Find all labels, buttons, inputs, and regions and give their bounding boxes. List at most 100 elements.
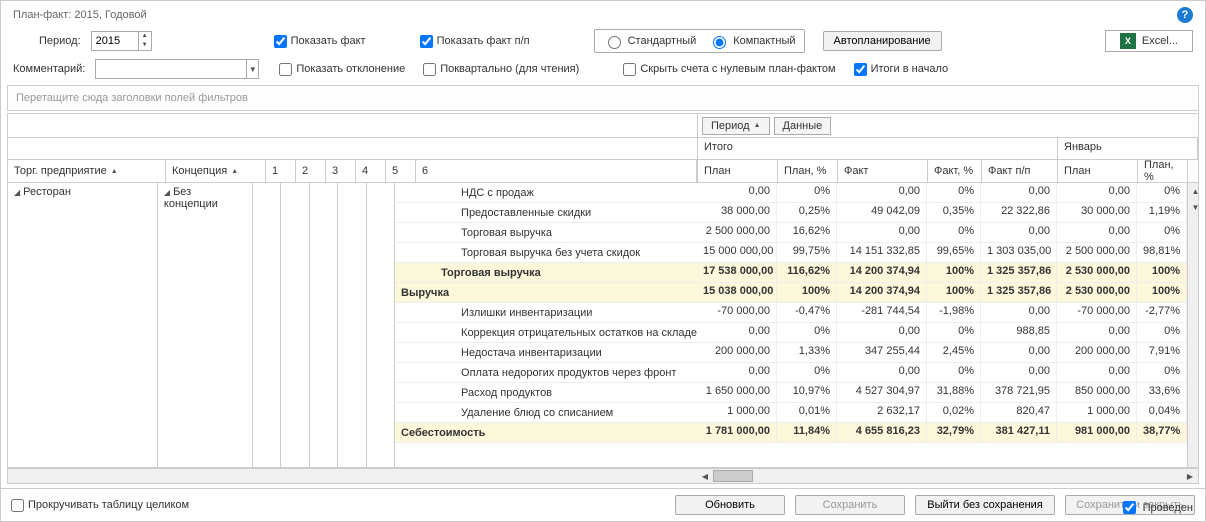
cell[interactable]: 0,00 (981, 343, 1057, 362)
col-2[interactable]: 2 (296, 160, 326, 182)
col-fakt[interactable]: Факт (838, 160, 928, 182)
table-row[interactable]: Излишки инвентаризации (395, 303, 697, 323)
col-plan[interactable]: План (698, 160, 778, 182)
cell[interactable]: 200 000,00 (697, 343, 777, 362)
cell[interactable]: 100% (927, 283, 981, 302)
col-4[interactable]: 4 (356, 160, 386, 182)
cell[interactable]: 0% (1137, 183, 1187, 202)
scroll-down-icon[interactable]: ▼ (1188, 199, 1198, 215)
cell[interactable]: 14 200 374,94 (837, 283, 927, 302)
table-row[interactable]: 17 538 000,00116,62%14 200 374,94100%1 3… (697, 263, 1187, 283)
cell[interactable]: 0% (1137, 223, 1187, 242)
table-row[interactable]: 200 000,001,33%347 255,442,45%0,00200 00… (697, 343, 1187, 363)
col-concept[interactable]: Концепция▲ (166, 160, 266, 182)
cell[interactable]: 22 322,86 (981, 203, 1057, 222)
col-plan-pct[interactable]: План, % (778, 160, 838, 182)
cell[interactable]: 30 000,00 (1057, 203, 1137, 222)
table-row[interactable]: Коррекция отрицательных остатков на скла… (395, 323, 697, 343)
cell[interactable]: 2 500 000,00 (1057, 243, 1137, 262)
table-row[interactable]: 0,000%0,000%988,850,000% (697, 323, 1187, 343)
spinner-down-icon[interactable]: ▼ (139, 41, 151, 50)
table-row[interactable]: Торговая выручка (395, 223, 697, 243)
chevron-down-icon[interactable]: ▼ (246, 60, 258, 78)
cell[interactable]: 1,33% (777, 343, 837, 362)
cell[interactable]: 49 042,09 (837, 203, 927, 222)
cell[interactable]: 820,47 (981, 403, 1057, 422)
table-row[interactable]: Себестоимость (395, 423, 697, 443)
table-row[interactable]: Предоставленные скидки (395, 203, 697, 223)
cell[interactable]: 1 650 000,00 (697, 383, 777, 402)
cell[interactable]: 7,91% (1137, 343, 1187, 362)
filter-drop-area[interactable]: Перетащите сюда заголовки полей фильтров (7, 85, 1199, 111)
vertical-scrollbar[interactable]: ▲ ▼ (1187, 183, 1198, 467)
cell[interactable]: 99,75% (777, 243, 837, 262)
cell[interactable]: 1 303 035,00 (981, 243, 1057, 262)
cell[interactable]: 850 000,00 (1057, 383, 1137, 402)
autoplan-button[interactable]: Автопланирование (823, 31, 942, 51)
table-row[interactable]: 2 500 000,0016,62%0,000%0,000,000% (697, 223, 1187, 243)
cell[interactable]: 0% (1137, 363, 1187, 382)
col-1[interactable]: 1 (266, 160, 296, 182)
cell[interactable]: 14 200 374,94 (837, 263, 927, 282)
cell[interactable]: 31,88% (927, 383, 981, 402)
table-row[interactable]: 15 000 000,0099,75%14 151 332,8599,65%1 … (697, 243, 1187, 263)
cell[interactable]: 4 527 304,97 (837, 383, 927, 402)
cell[interactable]: 200 000,00 (1057, 343, 1137, 362)
cell[interactable]: 0,00 (837, 183, 927, 202)
col-fakt-pp[interactable]: Факт п/п (982, 160, 1058, 182)
cell[interactable]: -1,98% (927, 303, 981, 322)
cell[interactable]: 2,45% (927, 343, 981, 362)
hide-zero-checkbox[interactable]: Скрыть счета с нулевым план-фактом (623, 63, 835, 76)
comment-input[interactable] (96, 60, 246, 78)
table-row[interactable]: Выручка (395, 283, 697, 303)
table-row[interactable]: -70 000,00-0,47%-281 744,54-1,98%0,00-70… (697, 303, 1187, 323)
cell[interactable]: 0,00 (1057, 323, 1137, 342)
table-row[interactable]: Торговая выручка без учета скидок (395, 243, 697, 263)
scroll-whole-checkbox[interactable]: Прокручивать таблицу целиком (11, 499, 189, 512)
table-row[interactable]: 1 000,000,01%2 632,170,02%820,471 000,00… (697, 403, 1187, 423)
cell[interactable]: 381 427,11 (981, 423, 1057, 442)
cell[interactable]: 0% (927, 363, 981, 382)
col-jan-plan-pct[interactable]: План, % (1138, 160, 1188, 182)
period-input[interactable] (92, 32, 138, 50)
cell[interactable]: 981 000,00 (1057, 423, 1137, 442)
table-row[interactable]: Торговая выручка (395, 263, 697, 283)
comment-combo[interactable]: ▼ (95, 59, 259, 79)
cell[interactable]: 1 000,00 (1057, 403, 1137, 422)
period-spinner[interactable]: ▲ ▼ (91, 31, 152, 51)
cell[interactable]: 0,00 (837, 323, 927, 342)
show-fact-checkbox[interactable]: Показать факт (274, 35, 366, 48)
cell[interactable]: 1 325 357,86 (981, 263, 1057, 282)
cell[interactable]: 988,85 (981, 323, 1057, 342)
cell[interactable]: 0% (927, 223, 981, 242)
cell[interactable]: 100% (927, 263, 981, 282)
totals-first-checkbox[interactable]: Итоги в начало (854, 63, 949, 76)
period-tag[interactable]: Период▲ (702, 117, 770, 135)
cell[interactable]: -0,47% (777, 303, 837, 322)
col-5[interactable]: 5 (386, 160, 416, 182)
cell[interactable]: -70 000,00 (697, 303, 777, 322)
cell[interactable]: 0,00 (981, 183, 1057, 202)
cell[interactable]: 116,62% (777, 263, 837, 282)
cell[interactable]: 0,00 (837, 223, 927, 242)
cell[interactable]: 1 781 000,00 (697, 423, 777, 442)
cell[interactable]: 33,6% (1137, 383, 1187, 402)
table-row[interactable]: 0,000%0,000%0,000,000% (697, 363, 1187, 383)
table-row[interactable]: Оплата недорогих продуктов через фронт (395, 363, 697, 383)
cell[interactable]: 0,00 (697, 363, 777, 382)
radio-compact[interactable]: Компактный (708, 33, 795, 49)
cell[interactable]: 11,84% (777, 423, 837, 442)
exit-no-save-button[interactable]: Выйти без сохранения (915, 495, 1055, 515)
refresh-button[interactable]: Обновить (675, 495, 785, 515)
cell[interactable]: 10,97% (777, 383, 837, 402)
cell[interactable]: 98,81% (1137, 243, 1187, 262)
cell[interactable]: 14 151 332,85 (837, 243, 927, 262)
cell[interactable]: 0% (927, 183, 981, 202)
cell[interactable]: 16,62% (777, 223, 837, 242)
cell[interactable]: 100% (1137, 263, 1187, 282)
table-row[interactable]: Удаление блюд со списанием (395, 403, 697, 423)
scroll-left-icon[interactable]: ◀ (697, 472, 713, 481)
col-jan-plan[interactable]: План (1058, 160, 1138, 182)
cell[interactable]: 0,00 (837, 363, 927, 382)
cell[interactable]: 0,25% (777, 203, 837, 222)
